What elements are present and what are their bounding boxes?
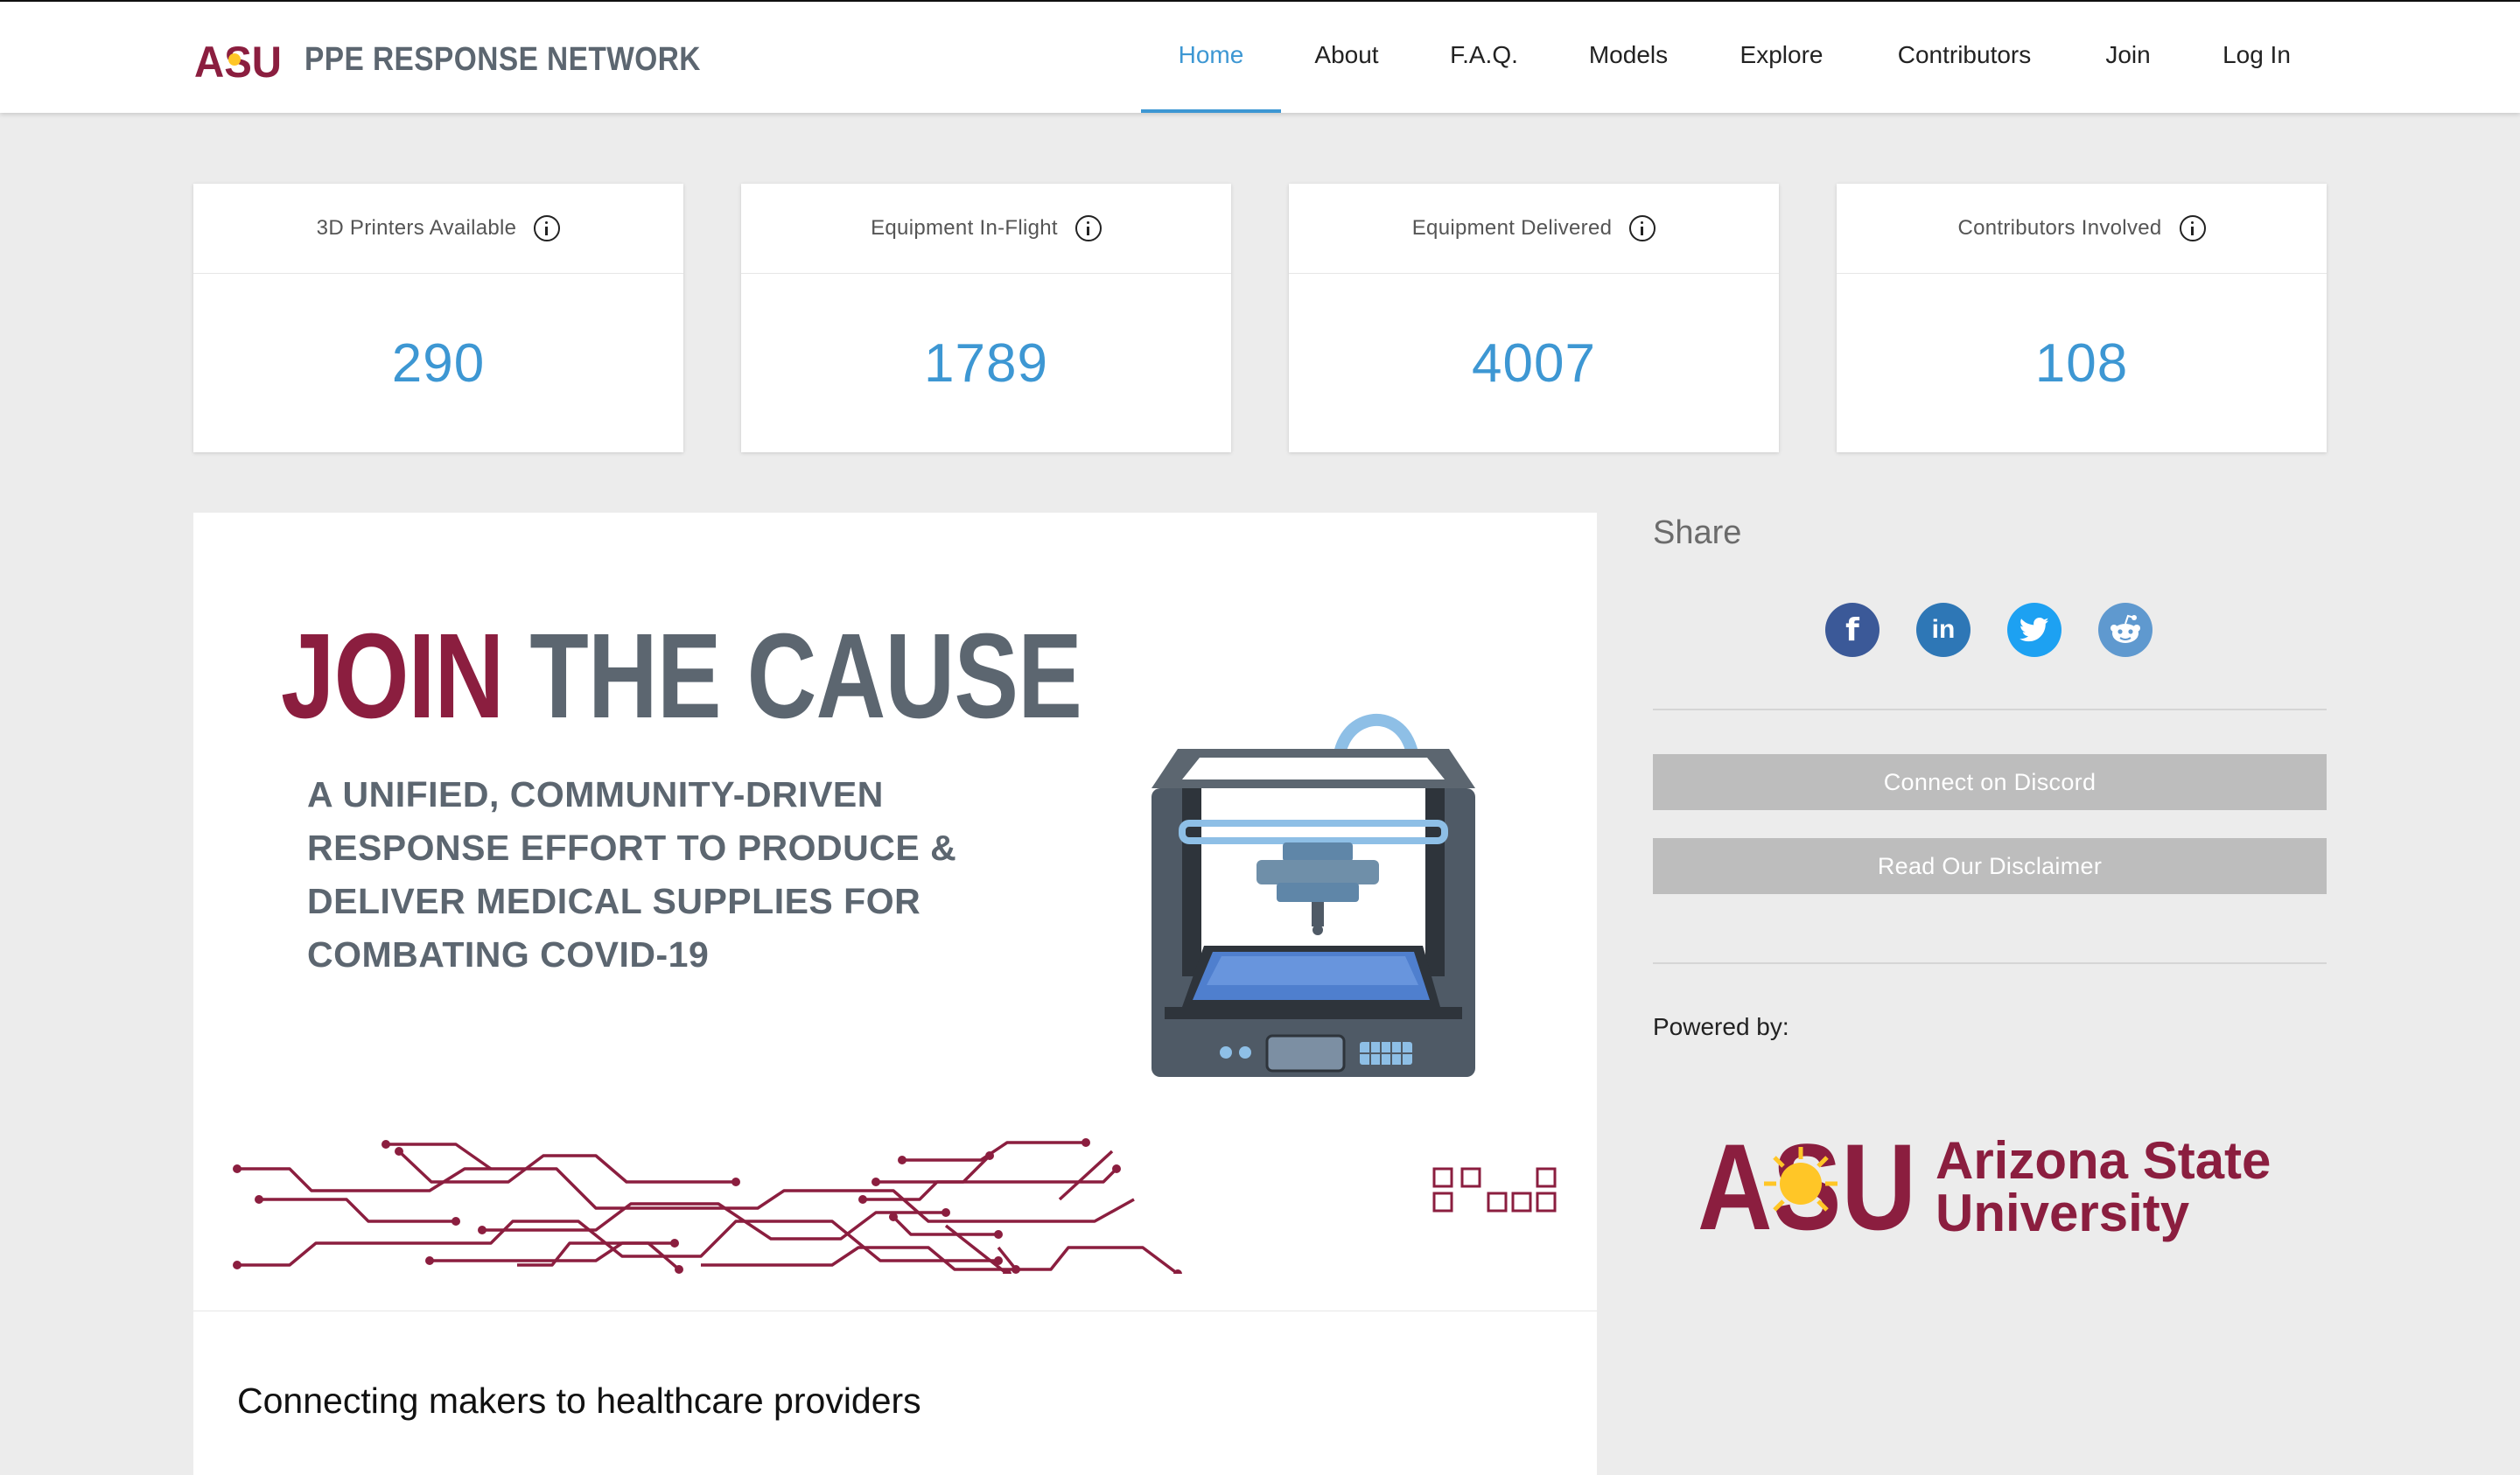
twitter-share-button[interactable] — [2007, 603, 2062, 657]
site-header: ASU PPE RESPONSE NETWORK Home About F.A.… — [0, 2, 2520, 113]
twitter-icon — [2020, 617, 2049, 642]
asu-logo-line1: Arizona State — [1936, 1131, 2271, 1190]
stat-card-header: Equipment In-Flight — [741, 184, 1231, 274]
nav-explore[interactable]: Explore — [1727, 2, 1836, 113]
stat-card-contributors: Contributors Involved 108 — [1837, 184, 2327, 452]
stat-value: 4007 — [1472, 332, 1596, 394]
sidebar-divider — [1653, 709, 2327, 710]
nav-join[interactable]: Join — [2095, 2, 2161, 113]
stat-label: Contributors Involved — [1957, 216, 2162, 240]
tagline-line: COMBATING COVID-19 — [307, 934, 710, 975]
asu-logo-line2: University — [1936, 1184, 2190, 1242]
banner-tagline: A UNIFIED, COMMUNITY-DRIVEN RESPONSE EFF… — [307, 768, 1095, 982]
banner-title-cause: THE CAUSE — [529, 609, 1082, 744]
brand-logo-link[interactable]: ASU PPE RESPONSE NETWORK — [192, 37, 755, 82]
facebook-icon: f — [1845, 612, 1859, 648]
stat-card-printers: 3D Printers Available 290 — [193, 184, 683, 452]
stat-card-header: Equipment Delivered — [1289, 184, 1779, 274]
info-icon[interactable] — [534, 215, 561, 241]
connect-discord-button[interactable]: Connect on Discord — [1653, 754, 2327, 810]
stat-card-header: Contributors Involved — [1837, 184, 2327, 274]
nav-about[interactable]: About — [1300, 2, 1393, 113]
linkedin-icon: in — [1931, 615, 1956, 644]
hero-panel: JOIN THE CAUSE A UNIFIED, COMMUNITY-DRIV… — [193, 513, 1597, 1475]
nav-contributors[interactable]: Contributors — [1881, 2, 2048, 113]
share-heading: Share — [1653, 514, 1742, 551]
stat-label: 3D Printers Available — [316, 216, 517, 240]
stat-label: Equipment In-Flight — [871, 216, 1058, 240]
powered-by-label: Powered by: — [1653, 1013, 1789, 1040]
linkedin-share-button[interactable]: in — [1916, 603, 1970, 657]
banner-title-join: JOIN — [281, 609, 504, 744]
tagline-line: A UNIFIED, COMMUNITY-DRIVEN — [307, 774, 884, 814]
facebook-share-button[interactable]: f — [1825, 603, 1880, 657]
arizona-state-university-logo[interactable]: ASU Arizona State University — [1698, 1122, 2292, 1254]
stat-card-header: 3D Printers Available — [193, 184, 683, 274]
reddit-share-button[interactable] — [2098, 603, 2152, 657]
nav-faq[interactable]: F.A.Q. — [1435, 2, 1533, 113]
tagline-line: DELIVER MEDICAL SUPPLIES FOR — [307, 881, 921, 921]
reddit-icon — [2110, 614, 2140, 643]
brand-name: PPE RESPONSE NETWORK — [304, 40, 701, 78]
join-the-cause-banner: JOIN THE CAUSE A UNIFIED, COMMUNITY-DRIV… — [193, 513, 1597, 1311]
asu-mark-icon: ASU — [194, 38, 282, 80]
nav-models[interactable]: Models — [1575, 2, 1682, 113]
stat-value: 290 — [391, 332, 486, 394]
info-icon[interactable] — [1629, 215, 1656, 241]
nav-log-in[interactable]: Log In — [2212, 2, 2301, 113]
panel-subtitle: Connecting makers to healthcare provider… — [237, 1381, 921, 1421]
circuit-decoration — [233, 1138, 1557, 1274]
stat-label: Equipment Delivered — [1411, 216, 1613, 240]
stat-value: 1789 — [924, 332, 1048, 394]
stat-card-delivered: Equipment Delivered 4007 — [1289, 184, 1779, 452]
info-icon[interactable] — [1074, 215, 1102, 241]
read-disclaimer-button[interactable]: Read Our Disclaimer — [1653, 838, 2327, 894]
sidebar-divider — [1653, 962, 2327, 964]
tagline-line: RESPONSE EFFORT TO PRODUCE & — [307, 828, 957, 868]
banner-title: JOIN THE CAUSE — [281, 616, 1082, 737]
stat-value: 108 — [2034, 332, 2129, 394]
info-icon[interactable] — [2179, 215, 2206, 241]
3d-printer-illustration — [1152, 714, 1475, 1077]
nav-home[interactable]: Home — [1141, 2, 1281, 113]
stat-card-in-flight: Equipment In-Flight 1789 — [741, 184, 1231, 452]
